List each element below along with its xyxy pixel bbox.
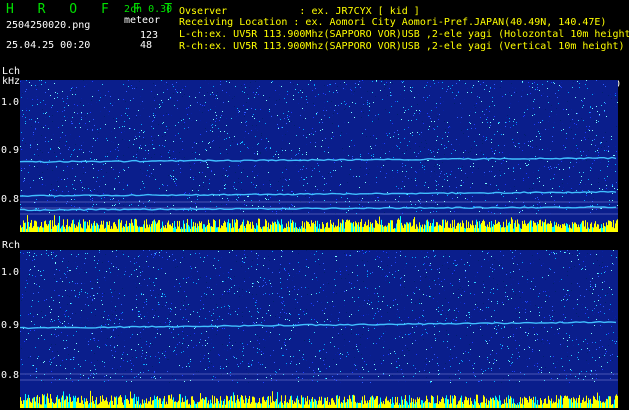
rch-spectrogram bbox=[20, 250, 618, 408]
observer-line: Ovserver : ex. JR7CYX [ kid ] bbox=[179, 6, 420, 17]
lch-info-line: L-ch:ex. UV5R 113.900Mhz(SAPPORO VOR)USB… bbox=[179, 29, 629, 40]
type-label: meteor bbox=[124, 15, 161, 26]
rch-count: 48 bbox=[140, 40, 153, 51]
rch-ytick-3: 0.8 bbox=[1, 370, 20, 381]
lch-ytick-2: 0.9 bbox=[1, 145, 20, 156]
rch-ytick-2: 0.9 bbox=[1, 320, 20, 331]
lch-ytick-1: 1.0 bbox=[1, 97, 20, 108]
rch-ytick-1: 1.0 bbox=[1, 267, 20, 278]
lch-ytick-3: 0.8 bbox=[1, 194, 20, 205]
lch-unit: kHz bbox=[2, 76, 21, 87]
lch-spectrogram-canvas bbox=[20, 80, 618, 232]
rch-spectrogram-canvas bbox=[20, 250, 618, 408]
rch-label: Rch bbox=[2, 240, 21, 251]
location-line: Receiving Location : ex. Aomori City Aom… bbox=[179, 17, 607, 28]
lch-spectrogram bbox=[20, 80, 618, 232]
channel-label: 2ch 0.30 bbox=[124, 4, 173, 15]
rch-background bbox=[20, 250, 618, 408]
filename: 2504250020.png bbox=[6, 20, 91, 31]
rch-info-line: R-ch:ex. UV5R 113.900Mhz(SAPPORO VOR)USB… bbox=[179, 41, 625, 52]
datetime: 25.04.25 00:20 bbox=[6, 40, 91, 51]
